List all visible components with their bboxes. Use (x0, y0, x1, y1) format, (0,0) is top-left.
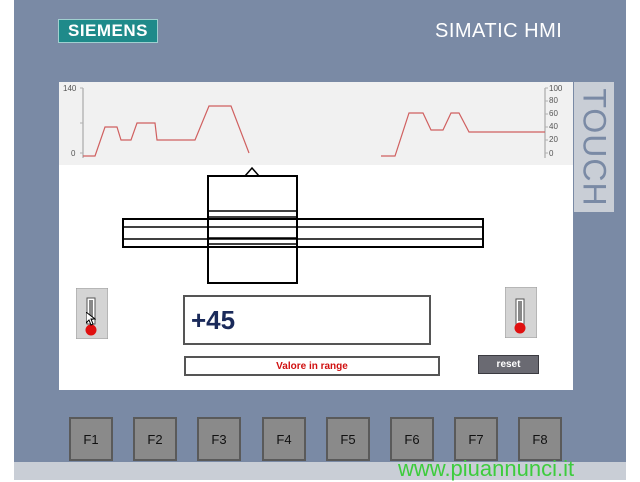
right-status-dot (514, 322, 526, 334)
touch-text: TOUCH (576, 87, 613, 207)
status-message: Valore in range (184, 356, 440, 376)
function-key-f7[interactable]: F7 (454, 417, 498, 461)
right-slider-indicator[interactable] (505, 287, 537, 338)
trend-line-2 (381, 112, 545, 157)
function-key-f2[interactable]: F2 (133, 417, 177, 461)
brand-label: SIMATIC HMI (435, 20, 563, 42)
position-pointer (244, 166, 260, 177)
watermark: www.piuannunci.it (398, 456, 575, 481)
trend-chart: 140 0 100 80 60 40 20 0 (63, 84, 563, 158)
function-key-f8[interactable]: F8 (518, 417, 562, 461)
right-tick-0: 0 (549, 149, 554, 158)
right-tick-80: 80 (549, 96, 558, 105)
left-status-dot (85, 324, 97, 336)
reset-button[interactable]: reset (478, 355, 539, 374)
trend-panel: 140 0 100 80 60 40 20 0 (59, 82, 573, 165)
right-tick-100: 100 (549, 84, 563, 93)
right-tick-60: 60 (549, 109, 558, 118)
function-key-f1[interactable]: F1 (69, 417, 113, 461)
function-key-f6[interactable]: F6 (390, 417, 434, 461)
function-key-f5[interactable]: F5 (326, 417, 370, 461)
touch-label: TOUCH (574, 82, 614, 212)
hmi-screen: 140 0 100 80 60 40 20 0 +45 Valore in ra… (59, 82, 573, 390)
mouse-cursor-icon (86, 312, 96, 326)
rail (122, 218, 484, 248)
right-tick-20: 20 (549, 135, 558, 144)
left-tick-140: 140 (63, 84, 77, 93)
trend-line-1 (83, 105, 250, 157)
function-key-f3[interactable]: F3 (197, 417, 241, 461)
left-tick-0: 0 (71, 149, 76, 158)
carriage-block (207, 175, 298, 284)
function-key-f4[interactable]: F4 (262, 417, 306, 461)
right-tick-40: 40 (549, 122, 558, 131)
siemens-logo: SIEMENS (58, 19, 158, 43)
value-display: +45 (183, 295, 431, 345)
machine-drawing (122, 166, 484, 284)
